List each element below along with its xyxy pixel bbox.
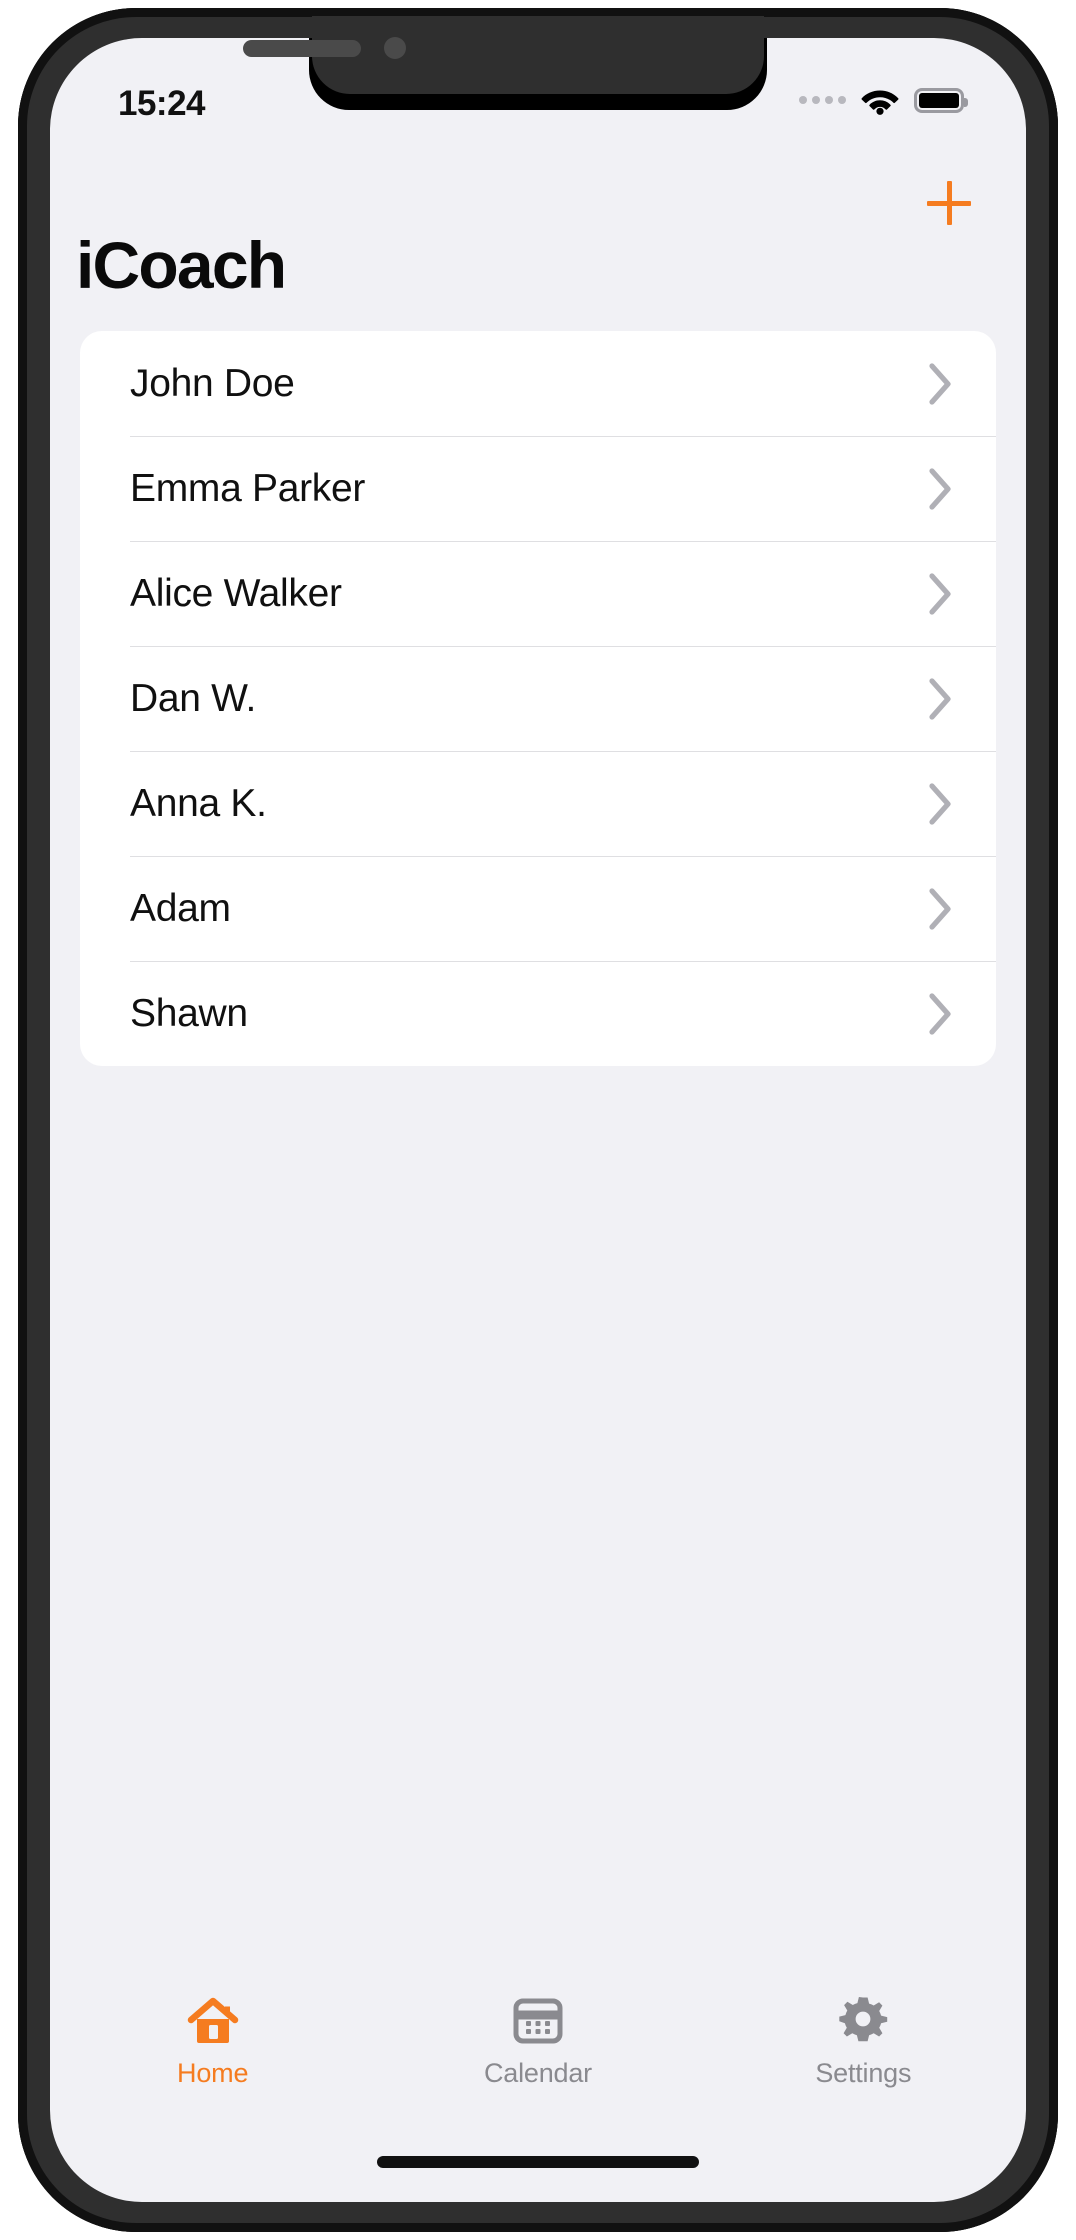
- list-item-shawn[interactable]: Shawn: [80, 961, 996, 1066]
- list-item-anna-k[interactable]: Anna K.: [80, 751, 996, 856]
- notch-bezel: [312, 16, 764, 94]
- phone-screen: 15:24 iCoach John Doe Emma Parker Alice …: [50, 38, 1026, 2202]
- status-bar-time: 15:24: [118, 84, 206, 123]
- tab-settings[interactable]: Settings: [701, 1980, 1026, 2106]
- front-camera: [384, 37, 406, 59]
- tab-calendar[interactable]: Calendar: [375, 1980, 700, 2106]
- earpiece-speaker: [243, 40, 361, 57]
- row-separator: [130, 436, 996, 437]
- list-item-john-doe[interactable]: John Doe: [80, 331, 996, 436]
- chevron-right-icon: [929, 677, 951, 720]
- battery-full-icon: [914, 87, 968, 113]
- row-separator: [130, 856, 996, 857]
- wifi-icon: [861, 90, 899, 115]
- row-separator: [130, 751, 996, 752]
- chevron-right-icon: [929, 887, 951, 930]
- home-indicator[interactable]: [377, 2156, 699, 2168]
- tab-bar: Home Calendar Settings: [50, 1980, 1026, 2106]
- chevron-right-icon: [929, 572, 951, 615]
- row-separator: [130, 541, 996, 542]
- page-title: iCoach: [76, 228, 287, 302]
- list-item-label: Dan W.: [130, 676, 257, 720]
- add-button[interactable]: [912, 166, 986, 240]
- list-item-emma-parker[interactable]: Emma Parker: [80, 436, 996, 541]
- list-item-label: Alice Walker: [130, 571, 342, 615]
- gear-icon: [837, 1994, 889, 2048]
- chevron-right-icon: [929, 362, 951, 405]
- chevron-right-icon: [929, 782, 951, 825]
- app-content: iCoach John Doe Emma Parker Alice Walker…: [50, 134, 1026, 2202]
- calendar-icon: [513, 1994, 563, 2048]
- row-separator: [130, 646, 996, 647]
- tab-calendar-label: Calendar: [484, 2058, 592, 2088]
- client-list-card: John Doe Emma Parker Alice Walker Dan W.…: [80, 331, 996, 1066]
- list-item-label: Shawn: [130, 991, 248, 1035]
- list-item-alice-walker[interactable]: Alice Walker: [80, 541, 996, 646]
- plus-icon-horizontal-bar: [927, 200, 971, 206]
- cellular-signal-dots-icon: [799, 96, 846, 104]
- list-item-label: Emma Parker: [130, 466, 366, 510]
- list-item-adam[interactable]: Adam: [80, 856, 996, 961]
- list-item-label: Anna K.: [130, 781, 267, 825]
- tab-home-label: Home: [177, 2058, 249, 2088]
- status-bar-indicators: [799, 85, 968, 115]
- phone-device-frame: 15:24 iCoach John Doe Emma Parker Alice …: [18, 8, 1058, 2232]
- tab-home[interactable]: Home: [50, 1980, 375, 2106]
- tab-settings-label: Settings: [815, 2058, 912, 2088]
- chevron-right-icon: [929, 992, 951, 1035]
- home-icon: [187, 1994, 239, 2048]
- list-item-dan-w[interactable]: Dan W.: [80, 646, 996, 751]
- list-item-label: John Doe: [130, 361, 295, 405]
- row-separator: [130, 961, 996, 962]
- list-item-label: Adam: [130, 886, 231, 930]
- chevron-right-icon: [929, 467, 951, 510]
